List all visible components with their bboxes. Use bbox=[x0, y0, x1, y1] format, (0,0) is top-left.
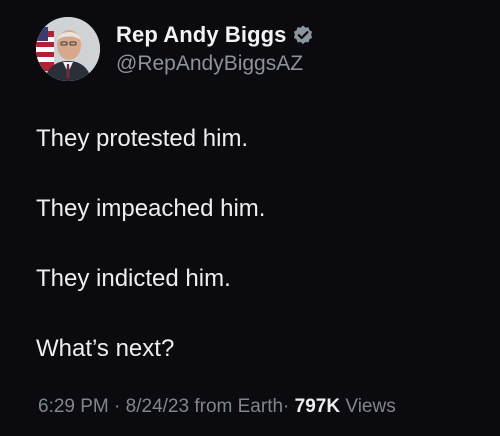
screenshot-frame: Rep Andy Biggs @RepAndyBiggsAZ They prot… bbox=[0, 0, 500, 436]
views-label: Views bbox=[345, 396, 396, 417]
tweet-date[interactable]: 8/24/23 bbox=[126, 396, 189, 417]
meta-separator: · bbox=[283, 396, 290, 417]
tweet-card: Rep Andy Biggs @RepAndyBiggsAZ They prot… bbox=[0, 0, 500, 436]
meta-separator: · bbox=[114, 396, 121, 417]
avatar[interactable] bbox=[36, 17, 100, 81]
user-handle[interactable]: @RepAndyBiggsAZ bbox=[116, 52, 314, 76]
name-row: Rep Andy Biggs bbox=[116, 22, 314, 48]
author-names: Rep Andy Biggs @RepAndyBiggsAZ bbox=[116, 22, 314, 76]
avatar-image bbox=[36, 17, 100, 81]
tweet-time[interactable]: 6:29 PM bbox=[38, 396, 109, 417]
views-count[interactable]: 797K bbox=[295, 396, 340, 417]
tweet-line: They protested him. bbox=[36, 125, 249, 152]
tweet-line: They impeached him. bbox=[36, 195, 266, 222]
display-name[interactable]: Rep Andy Biggs bbox=[116, 22, 286, 48]
tweet-header: Rep Andy Biggs @RepAndyBiggsAZ bbox=[36, 14, 464, 84]
tweet-text: They protested him. They impeached him. … bbox=[36, 124, 464, 364]
verified-badge-icon bbox=[292, 24, 314, 46]
tweet-source: from Earth bbox=[194, 396, 284, 417]
tweet-line: They indicted him. bbox=[36, 265, 231, 292]
tweet-metadata: 6:29 PM · 8/24/23 from Earth· 797K Views bbox=[38, 396, 396, 418]
tweet-line: What’s next? bbox=[36, 335, 175, 362]
